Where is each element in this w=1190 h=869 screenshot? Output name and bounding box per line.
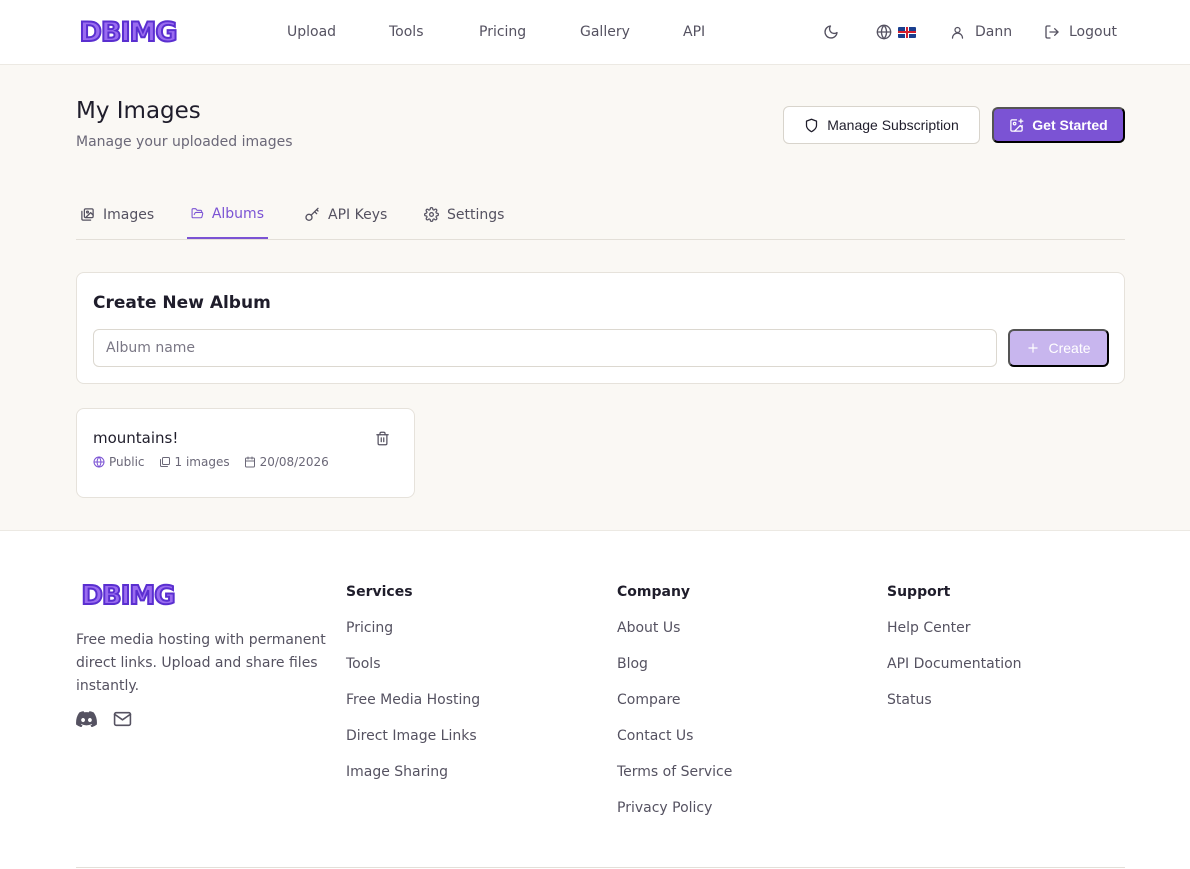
footer-column-services: Services Pricing Tools Free Media Hostin… <box>346 582 480 800</box>
tab-bar: Images Albums API Keys Settings <box>76 190 1125 240</box>
footer-link-compare[interactable]: Compare <box>617 692 732 728</box>
logout-icon <box>1045 25 1059 39</box>
nav-link-tools[interactable]: Tools <box>389 22 424 42</box>
tab-api-keys[interactable]: API Keys <box>300 190 391 239</box>
discord-link[interactable] <box>76 711 97 731</box>
nav-link-gallery[interactable]: Gallery <box>580 22 630 42</box>
tab-albums[interactable]: Albums <box>187 190 268 239</box>
footer-link-privacy[interactable]: Privacy Policy <box>617 800 732 836</box>
footer-link-api-documentation[interactable]: API Documentation <box>887 656 1022 692</box>
footer-heading: Company <box>617 584 691 600</box>
globe-icon <box>93 456 105 468</box>
nav-link-upload[interactable]: Upload <box>287 22 336 42</box>
footer-divider <box>76 867 1125 868</box>
calendar-icon <box>244 456 255 468</box>
images-icon <box>159 457 170 467</box>
moon-icon <box>824 25 838 39</box>
tab-settings[interactable]: Settings <box>420 190 508 239</box>
folder-open-icon <box>191 208 204 219</box>
shield-icon <box>806 118 818 132</box>
album-name-input[interactable] <box>93 329 997 367</box>
create-album-card: Create New Album Create <box>76 272 1125 384</box>
footer-column-company: Company About Us Blog Compare Contact Us… <box>617 582 732 836</box>
delete-album-button[interactable] <box>375 431 390 450</box>
discord-icon <box>76 711 97 728</box>
manage-subscription-button[interactable]: Manage Subscription <box>783 106 980 144</box>
user-name: Dann <box>975 24 1013 40</box>
top-navigation-bar: DBIMG Upload Tools Pricing Gallery API D… <box>0 0 1190 65</box>
footer-link-status[interactable]: Status <box>887 692 1022 728</box>
footer-column-support: Support Help Center API Documentation St… <box>887 582 1022 728</box>
nav-link-api[interactable]: API <box>683 22 705 42</box>
footer-link-about-us[interactable]: About Us <box>617 620 732 656</box>
album-visibility: Public <box>93 455 145 469</box>
user-icon <box>951 26 964 39</box>
get-started-label: Get Started <box>1032 117 1108 133</box>
footer-heading: Services <box>346 584 413 600</box>
footer-link-pricing[interactable]: Pricing <box>346 620 480 656</box>
nav-link-pricing[interactable]: Pricing <box>479 22 526 42</box>
theme-toggle-button[interactable] <box>823 22 839 42</box>
album-meta: Public 1 images 20/08/2026 <box>93 455 339 469</box>
footer-link-tools[interactable]: Tools <box>346 656 480 692</box>
get-started-button[interactable]: Get Started <box>992 107 1125 143</box>
create-album-button[interactable]: Create <box>1008 329 1109 367</box>
tab-albums-label: Albums <box>211 205 264 222</box>
email-link[interactable] <box>113 711 132 731</box>
album-name: mountains! <box>93 429 179 447</box>
mail-icon <box>113 711 132 727</box>
footer-logo[interactable]: DBIMG <box>76 579 180 613</box>
image-plus-icon <box>1010 118 1024 132</box>
footer-link-image-sharing[interactable]: Image Sharing <box>346 764 480 800</box>
page-title: My Images <box>76 98 201 124</box>
album-date: 20/08/2026 <box>244 455 329 469</box>
album-card[interactable]: mountains! Public 1 images 20/08/2026 <box>76 408 415 498</box>
tab-api-keys-label: API Keys <box>328 206 388 223</box>
user-menu[interactable]: Dann <box>950 22 1012 42</box>
site-footer: DBIMG Free media hosting with permanent … <box>0 530 1190 869</box>
uk-flag-icon <box>898 26 916 38</box>
footer-link-help-center[interactable]: Help Center <box>887 620 1022 656</box>
footer-link-terms[interactable]: Terms of Service <box>617 764 732 800</box>
footer-link-direct-image-links[interactable]: Direct Image Links <box>346 728 480 764</box>
footer-link-free-media-hosting[interactable]: Free Media Hosting <box>346 692 480 728</box>
album-image-count: 1 images <box>159 455 230 469</box>
tab-images[interactable]: Images <box>76 190 158 239</box>
footer-description: Free media hosting with permanent direct… <box>76 632 326 694</box>
tab-settings-label: Settings <box>447 206 505 223</box>
language-selector[interactable] <box>876 22 916 42</box>
logout-label: Logout <box>1069 24 1117 40</box>
footer-link-contact-us[interactable]: Contact Us <box>617 728 732 764</box>
plus-icon <box>1028 343 1039 353</box>
footer-social-links <box>76 711 132 731</box>
tab-images-label: Images <box>103 206 155 223</box>
create-album-title: Create New Album <box>93 293 271 313</box>
page-subtitle: Manage your uploaded images <box>76 134 293 150</box>
image-icon <box>81 208 94 221</box>
create-album-label: Create <box>1048 340 1091 356</box>
key-icon <box>305 207 319 221</box>
site-logo[interactable]: DBIMG <box>76 14 180 50</box>
footer-heading: Support <box>887 584 951 600</box>
trash-icon <box>376 431 389 446</box>
globe-icon <box>876 24 892 40</box>
gear-icon <box>424 207 439 222</box>
footer-link-blog[interactable]: Blog <box>617 656 732 692</box>
manage-subscription-label: Manage Subscription <box>827 117 959 133</box>
logout-button[interactable]: Logout <box>1044 22 1117 42</box>
